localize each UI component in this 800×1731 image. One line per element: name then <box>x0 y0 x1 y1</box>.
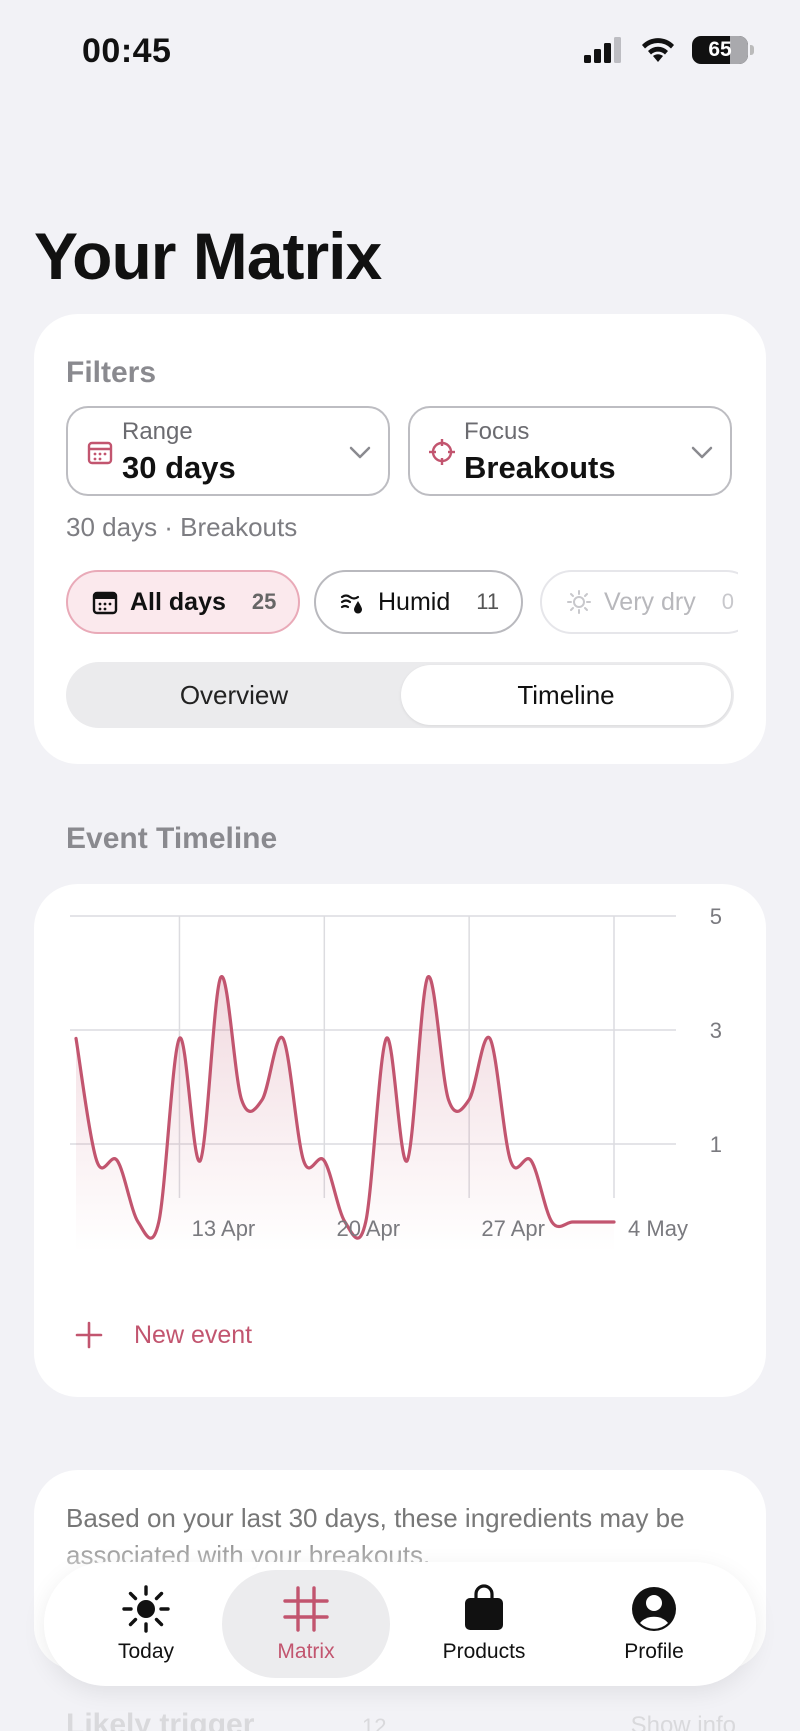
likely-trigger-title: Likely trigger <box>66 1708 255 1731</box>
tab-bar: Today Matrix Products Profile <box>44 1562 756 1686</box>
likely-trigger-row: Likely trigger 12 Show info <box>66 1708 766 1731</box>
humid-icon <box>340 594 362 614</box>
tab-profile[interactable]: Profile <box>570 1570 738 1678</box>
event-timeline-label: Event Timeline <box>66 822 278 855</box>
segment-overview[interactable]: Overview <box>69 665 399 725</box>
tab-label: Profile <box>624 1640 684 1663</box>
tab-today[interactable]: Today <box>62 1570 230 1678</box>
x-tick-label: 27 Apr <box>481 1216 545 1241</box>
focus-label: Focus <box>464 418 530 445</box>
view-segmented-control: Overview Timeline <box>66 662 734 728</box>
status-time: 00:45 <box>82 32 172 70</box>
chip-label: Humid <box>378 587 451 616</box>
battery-level: 65 <box>708 38 732 61</box>
range-label: Range <box>122 418 193 445</box>
chip-very-dry[interactable]: Very dry 0 <box>540 570 738 634</box>
chip-count: 11 <box>476 589 500 614</box>
wifi-icon <box>642 38 674 62</box>
person-circle-icon <box>632 1587 676 1631</box>
series-area <box>76 976 614 1252</box>
new-event-label: New event <box>134 1320 253 1349</box>
focus-select[interactable]: Focus Breakouts <box>408 406 732 496</box>
chip-humid[interactable]: Humid 11 <box>314 570 524 634</box>
sun-icon <box>122 1585 170 1633</box>
cellular-signal-icon <box>584 37 621 63</box>
page-title: Your Matrix <box>34 219 382 293</box>
timeline-card: 1 3 5 13 Apr 20 Apr 27 Apr 4 May New event <box>34 884 766 1397</box>
x-tick-label: 13 Apr <box>192 1216 256 1241</box>
event-timeline-chart: 1 3 5 13 Apr 20 Apr 27 Apr 4 May <box>70 904 722 1252</box>
x-tick-label: 20 Apr <box>337 1216 401 1241</box>
filters-card: Filters Range 30 days Focus Breakouts 30… <box>34 314 766 764</box>
calendar-icon <box>87 441 113 465</box>
tab-products[interactable]: Products <box>400 1570 568 1678</box>
sun-icon <box>567 590 591 614</box>
tab-label: Today <box>117 1640 175 1663</box>
chip-count: 0 <box>721 589 734 614</box>
calendar-icon <box>92 591 118 615</box>
x-tick-label: 4 May <box>628 1216 688 1241</box>
filters-section-label: Filters <box>66 356 157 389</box>
chip-all-days[interactable]: All days 25 <box>66 570 301 634</box>
filter-summary: 30 days · Breakouts <box>66 512 298 542</box>
status-icons: 65 <box>584 36 754 64</box>
tab-label: Matrix <box>277 1640 335 1663</box>
chip-count: 25 <box>251 589 277 614</box>
tab-label: Products <box>442 1640 526 1663</box>
chevron-down-icon <box>691 446 713 459</box>
plus-icon <box>75 1321 103 1349</box>
crosshair-icon <box>429 439 455 465</box>
range-select[interactable]: Range 30 days <box>66 406 390 496</box>
battery-icon: 65 <box>692 36 754 64</box>
bag-icon <box>465 1584 503 1630</box>
range-value: 30 days <box>122 450 236 485</box>
tab-matrix[interactable]: Matrix <box>222 1570 390 1678</box>
new-event-button[interactable]: New event <box>74 1320 252 1350</box>
day-filter-chips: All days 25 Humid 11 Very dry 0 <box>66 570 738 636</box>
status-bar: 00:45 65 <box>0 0 800 110</box>
grid-hash-icon <box>283 1586 329 1632</box>
segment-timeline[interactable]: Timeline <box>401 665 731 725</box>
y-tick-label: 1 <box>710 1132 722 1157</box>
focus-value: Breakouts <box>464 450 616 485</box>
y-tick-label: 3 <box>710 1018 722 1043</box>
chip-label: Very dry <box>604 587 696 616</box>
likely-trigger-count: 12 <box>362 1714 387 1731</box>
y-tick-label: 5 <box>710 904 722 929</box>
chip-label: All days <box>130 587 226 616</box>
show-info-link[interactable]: Show info <box>631 1712 736 1731</box>
chevron-down-icon <box>349 446 371 459</box>
